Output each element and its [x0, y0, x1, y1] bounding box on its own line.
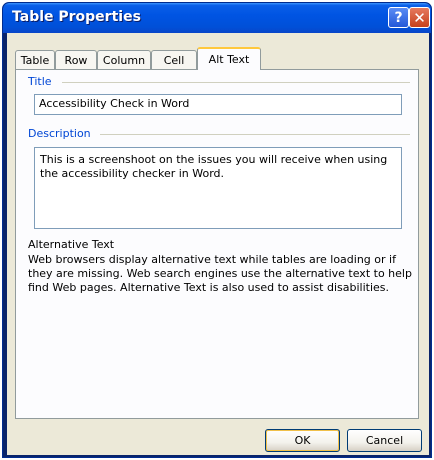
title-bar[interactable]: Table Properties ? ✕ [3, 3, 431, 33]
description-group-divider [100, 134, 410, 135]
alternative-text-heading: Alternative Text [28, 238, 115, 251]
window-title: Table Properties [12, 9, 141, 25]
table-properties-dialog: Table Properties ? ✕ Table Row Column Ce… [2, 2, 432, 458]
title-field[interactable]: Accessibility Check in Word [34, 94, 402, 115]
title-label: Title [28, 75, 52, 88]
help-icon[interactable]: ? [388, 7, 409, 28]
ok-button[interactable]: OK [265, 429, 340, 452]
tab-row[interactable]: Row [55, 50, 97, 70]
title-group-divider [62, 82, 410, 83]
description-field[interactable]: This is a screenshoot on the issues you … [34, 147, 402, 229]
tab-alt-text[interactable]: Alt Text [197, 47, 261, 70]
dialog-client-area: Table Row Column Cell Alt Text Title Acc… [7, 33, 429, 455]
close-icon[interactable]: ✕ [409, 7, 430, 28]
alt-text-panel: Title Accessibility Check in Word Descri… [15, 69, 419, 419]
tab-cell[interactable]: Cell [151, 50, 197, 70]
tab-table[interactable]: Table [15, 50, 55, 70]
alternative-text-help: Web browsers display alternative text wh… [28, 253, 412, 294]
cancel-button[interactable]: Cancel [347, 429, 422, 452]
description-label: Description [28, 127, 91, 140]
tab-column[interactable]: Column [97, 50, 151, 70]
